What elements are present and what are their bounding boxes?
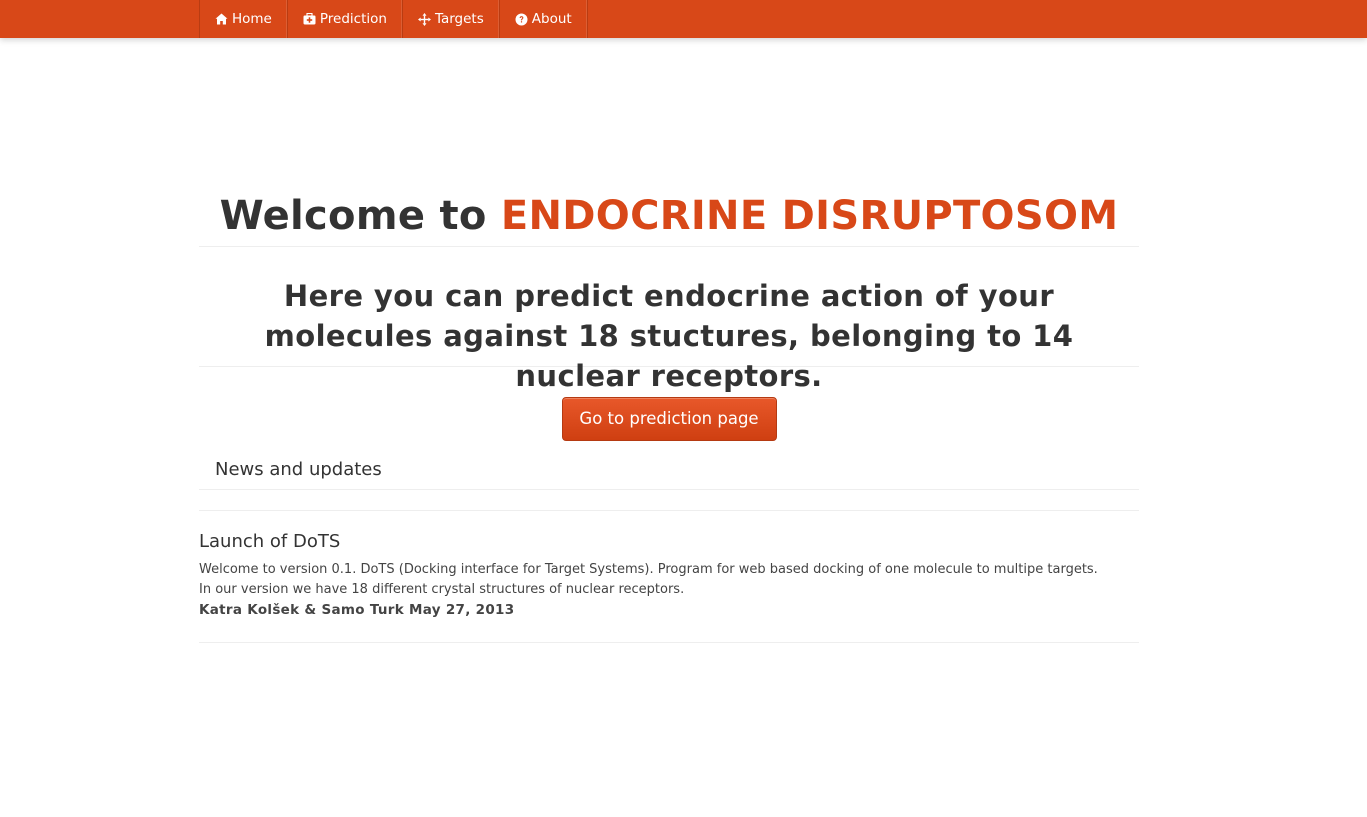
question-circle-icon — [515, 13, 528, 25]
main-nav: Home Prediction Targets About — [199, 0, 588, 38]
nav-item-prediction[interactable]: Prediction — [288, 0, 403, 38]
home-icon — [215, 13, 228, 25]
crosshairs-icon — [417, 12, 431, 26]
nav-item-about[interactable]: About — [500, 0, 588, 38]
news-heading: News and updates — [199, 455, 1139, 490]
news-divider — [199, 510, 1139, 511]
welcome-heading: Welcome to ENDOCRINE DISRUPTOSOM — [199, 190, 1139, 247]
nav-item-label: About — [531, 11, 572, 27]
cta-wrapper: Go to prediction page — [199, 397, 1139, 441]
nav-item-label: Targets — [434, 11, 484, 27]
article-body: Welcome to version 0.1. DoTS (Docking in… — [199, 562, 1098, 597]
nav-item-label: Home — [232, 11, 272, 27]
go-to-prediction-button[interactable]: Go to prediction page — [561, 397, 777, 441]
article-title: Launch of DoTS — [199, 531, 341, 552]
top-navbar: Home Prediction Targets About — [0, 0, 1367, 38]
nav-item-label: Prediction — [319, 11, 387, 27]
nav-item-home[interactable]: Home — [200, 0, 288, 38]
medkit-icon — [303, 13, 316, 25]
brand-name: ENDOCRINE DISRUPTOSOM — [500, 193, 1119, 239]
page-subtitle: Here you can predict endocrine action of… — [199, 276, 1139, 393]
welcome-prefix: Welcome to — [219, 193, 501, 239]
news-article: Launch of DoTS Welcome to version 0.1. D… — [199, 528, 1139, 643]
article-byline: Katra Kolšek & Samo Turk May 27, 2013 — [199, 602, 515, 618]
nav-item-targets[interactable]: Targets — [403, 0, 500, 38]
